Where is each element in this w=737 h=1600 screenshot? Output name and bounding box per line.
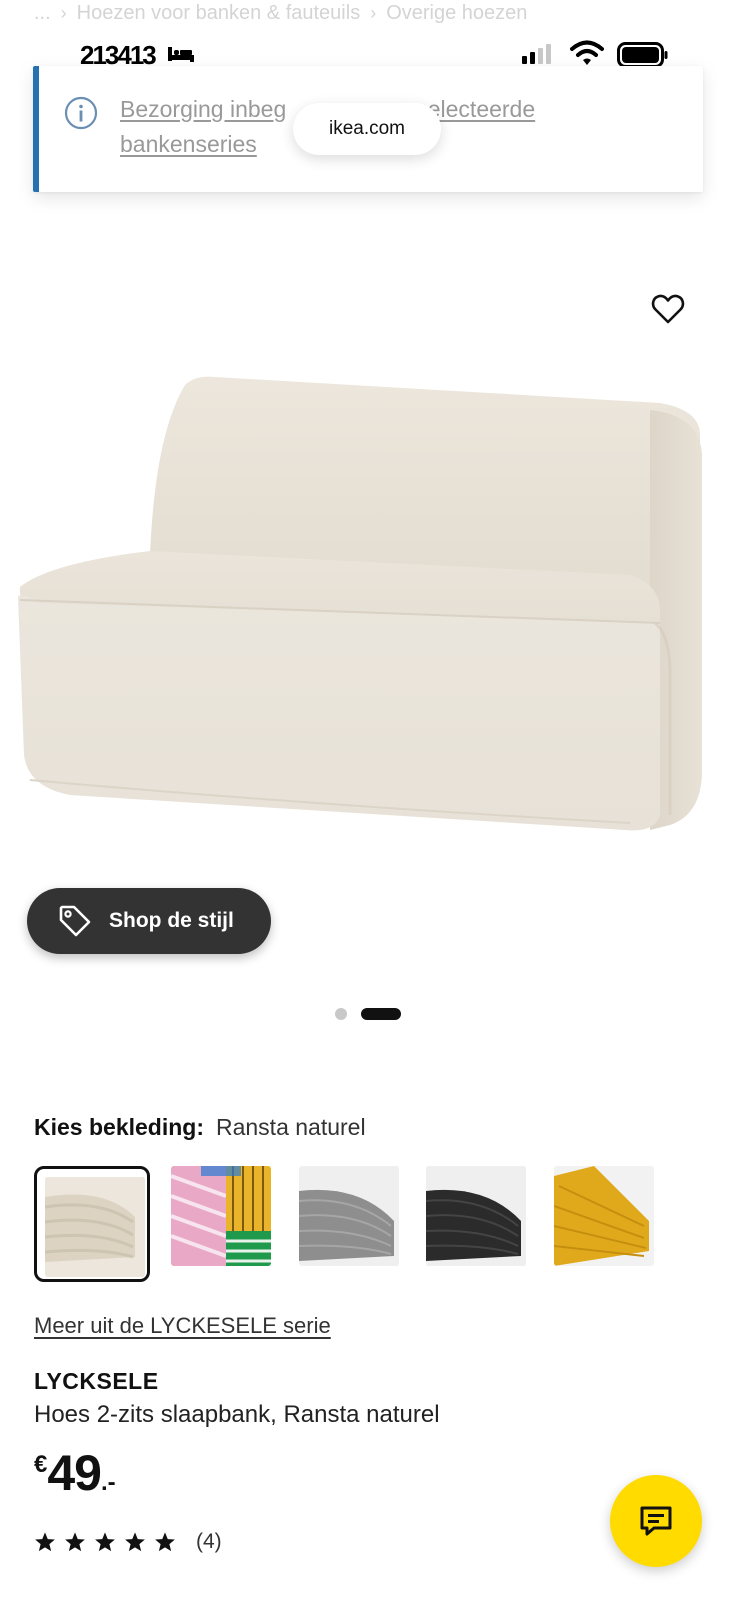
- swatch-ransta-naturel[interactable]: [34, 1166, 150, 1282]
- swatch-yellow[interactable]: [554, 1166, 670, 1282]
- star-icon: [95, 1532, 115, 1552]
- info-icon: [64, 96, 98, 135]
- star-icon: [125, 1532, 145, 1552]
- breadcrumb-item-other-covers[interactable]: Overige hoezen: [386, 2, 527, 25]
- favorite-button[interactable]: [651, 293, 685, 327]
- product-price: € 49 .-: [34, 1445, 116, 1501]
- shop-the-style-label: Shop de stijl: [109, 909, 234, 932]
- carousel-dot-2-active[interactable]: [361, 1008, 401, 1020]
- price-suffix: .-: [100, 1469, 116, 1496]
- breadcrumb: ... › Hoezen voor banken & fauteuils › O…: [34, 0, 527, 26]
- product-rating[interactable]: (4): [34, 1530, 222, 1554]
- swatch-image: [299, 1166, 399, 1266]
- chat-button[interactable]: [610, 1475, 702, 1567]
- banner-text-part1: Bezorging inbeg: [120, 96, 287, 122]
- sofa-cover-image: [18, 376, 702, 831]
- swatch-grey[interactable]: [299, 1166, 415, 1282]
- breadcrumb-item-covers[interactable]: Hoezen voor banken & fauteuils: [77, 2, 361, 25]
- fabric-swatches: [34, 1166, 714, 1282]
- swatch-image: [426, 1166, 526, 1266]
- star-icon: [65, 1532, 85, 1552]
- swatch-image: [171, 1166, 271, 1266]
- fabric-label: Kies bekleding:: [34, 1114, 204, 1140]
- rating-count: (4): [196, 1530, 222, 1553]
- swatch-image: [554, 1166, 654, 1266]
- product-name: LYCKSELE: [34, 1368, 159, 1394]
- price-currency: €: [34, 1451, 48, 1478]
- fabric-selected-value: Ransta naturel: [215, 1114, 366, 1140]
- banner-text-line2: bankenseries: [120, 131, 257, 157]
- product-image[interactable]: [10, 375, 726, 855]
- signal-icon: [522, 42, 551, 64]
- price-amount: 49: [47, 1445, 102, 1501]
- carousel-indicator: [335, 1008, 401, 1020]
- shop-the-style-button[interactable]: Shop de stijl: [27, 888, 271, 954]
- chat-icon: [640, 1506, 672, 1536]
- url-pill[interactable]: ikea.com: [293, 103, 441, 155]
- fabric-selection-header: Kies bekleding: Ransta naturel: [34, 1114, 366, 1141]
- carousel-dot-1[interactable]: [335, 1008, 347, 1020]
- star-icon: [155, 1532, 175, 1552]
- rating-stars: [34, 1531, 176, 1553]
- swatch-pattern[interactable]: [171, 1166, 287, 1282]
- swatch-image: [45, 1177, 145, 1277]
- breadcrumb-ellipsis[interactable]: ...: [34, 2, 51, 25]
- swatch-black[interactable]: [426, 1166, 542, 1282]
- heart-icon: [651, 294, 685, 324]
- series-link[interactable]: Meer uit de LYCKESELE serie: [34, 1313, 331, 1339]
- chevron-right-icon: ›: [60, 2, 67, 23]
- star-icon: [35, 1532, 55, 1552]
- product-description: Hoes 2-zits slaapbank, Ransta naturel: [34, 1401, 440, 1428]
- url-domain: ikea.com: [328, 118, 406, 139]
- chevron-right-icon: ›: [370, 2, 377, 23]
- banner-accent-stripe: [33, 66, 39, 192]
- tag-icon: [59, 905, 91, 937]
